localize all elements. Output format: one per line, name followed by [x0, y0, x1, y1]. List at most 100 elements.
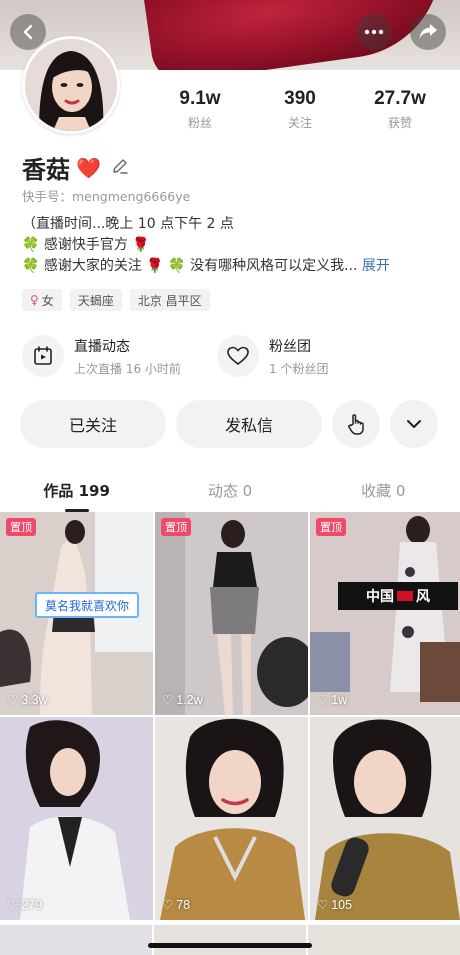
- bio-expand-link[interactable]: 展开: [362, 258, 390, 274]
- stat-label: 粉丝: [187, 116, 212, 130]
- heart-outline-icon: ♡: [317, 898, 329, 912]
- post-thumbnail[interactable]: ♡ 78: [155, 717, 308, 920]
- likes-count: 78: [176, 897, 191, 912]
- pinned-badge: 置顶: [316, 518, 346, 536]
- post-likes: ♡ 3.3w: [7, 692, 48, 708]
- heart-icon: [217, 335, 259, 377]
- likes-count: 3.3w: [21, 692, 48, 707]
- expand-button[interactable]: [390, 400, 438, 448]
- heart-badge: ❤️: [76, 155, 101, 180]
- stat-value: 27.7w: [374, 88, 426, 109]
- post-likes: ♡ 1.2w: [162, 692, 203, 708]
- bio-line: 🍀 感谢大家的关注 🌹 🍀 没有哪种风格可以定义我...: [22, 258, 358, 274]
- bio-line-last: 🍀 感谢大家的关注 🌹 🍀 没有哪种风格可以定义我... 展开: [22, 256, 442, 277]
- post-thumbnail[interactable]: ♡ 279: [0, 717, 153, 920]
- home-indicator[interactable]: [148, 943, 312, 948]
- live-title: 直播动态: [74, 338, 130, 355]
- heart-outline-icon: ♡: [162, 693, 174, 707]
- likes-count: 1.2w: [176, 692, 203, 707]
- back-icon: [23, 24, 33, 40]
- live-subtitle: 上次直播 16 小时前: [74, 361, 181, 376]
- calendar-icon: [22, 335, 64, 377]
- post-image: [310, 717, 460, 920]
- more-button[interactable]: [356, 14, 392, 50]
- pinned-badge: 置顶: [161, 518, 191, 536]
- stat-likes[interactable]: 27.7w 获赞: [360, 88, 440, 131]
- bio: （直播时间...晚上 10 点下午 2 点 🍀 感谢快手官方 🌹 🍀 感谢大家的…: [22, 214, 442, 277]
- chevron-down-icon: [407, 420, 421, 428]
- post-image: [0, 717, 153, 920]
- tag-location: 北京 昌平区: [129, 289, 210, 311]
- avatar[interactable]: [22, 36, 120, 134]
- likes-count: 279: [21, 897, 43, 912]
- heart-outline-icon: ♡: [7, 898, 19, 912]
- post-thumbnail-peek: [308, 925, 460, 955]
- post-caption: 莫名我就喜欢你: [35, 592, 140, 618]
- tab-moments[interactable]: 动态 0: [153, 472, 306, 510]
- hand-pointer-icon: [348, 414, 364, 435]
- post-likes: ♡ 78: [162, 897, 191, 913]
- message-button[interactable]: 发私信: [176, 400, 322, 448]
- tag-text: 女: [41, 293, 54, 308]
- profile-tags: ♀ 女 天蝎座 北京 昌平区: [22, 289, 210, 311]
- tag-constellation: 天蝎座: [69, 289, 122, 311]
- live-updates-entry[interactable]: 直播动态 上次直播 16 小时前: [22, 333, 217, 379]
- posts-grid: 置顶 莫名我就喜欢你 ♡ 3.3w 置顶 ♡ 1.2w 置顶 中国 风 ♡ 1w…: [0, 512, 460, 920]
- name-row: 香菇 ❤️: [22, 150, 129, 185]
- fan-club-entry[interactable]: 粉丝团 1 个粉丝团: [217, 333, 412, 379]
- tab-works[interactable]: 作品 199: [0, 472, 153, 510]
- likes-count: 1w: [331, 692, 348, 707]
- next-row-peek: [0, 925, 460, 955]
- profile-name: 香菇: [22, 156, 70, 184]
- back-button[interactable]: [10, 14, 46, 50]
- bio-line: （直播时间...晚上 10 点下午 2 点: [22, 216, 234, 232]
- post-likes: ♡ 279: [7, 897, 43, 913]
- user-id: 快手号：mengmeng6666ye: [22, 189, 191, 204]
- content-tabs: 作品 199 动态 0 收藏 0: [0, 472, 460, 510]
- post-caption-banner: 中国 风: [338, 582, 458, 610]
- post-thumbnail-peek: [154, 925, 306, 955]
- post-thumbnail[interactable]: 置顶 中国 风 ♡ 1w: [310, 512, 460, 715]
- more-icon: [364, 29, 384, 35]
- live-title: 粉丝团: [269, 338, 311, 355]
- tag-gender: ♀ 女: [22, 289, 62, 311]
- live-subtitle: 1 个粉丝团: [269, 361, 329, 376]
- post-likes: ♡ 1w: [317, 692, 348, 708]
- post-likes: ♡ 105: [317, 897, 353, 913]
- followed-button[interactable]: 已关注: [20, 400, 166, 448]
- tag-text: 天蝎座: [77, 293, 114, 308]
- female-icon: ♀: [30, 293, 39, 307]
- post-thumbnail[interactable]: 置顶 ♡ 1.2w: [155, 512, 308, 715]
- stat-following[interactable]: 390 关注: [260, 88, 340, 131]
- share-icon: [419, 24, 437, 39]
- post-caption-suffix: 风: [416, 589, 430, 605]
- live-text: 直播动态 上次直播 16 小时前: [74, 336, 181, 377]
- bio-line: 🍀 感谢快手官方 🌹: [22, 237, 150, 253]
- tag-text: 北京 昌平区: [137, 293, 202, 308]
- banner-photo-shoe: [142, 0, 454, 70]
- post-thumbnail[interactable]: ♡ 105: [310, 717, 460, 920]
- pinned-badge: 置顶: [6, 518, 36, 536]
- stat-label: 关注: [287, 116, 312, 130]
- fan-club-text: 粉丝团 1 个粉丝团: [269, 336, 328, 377]
- flag-icon: [397, 591, 413, 601]
- stat-fans[interactable]: 9.1w 粉丝: [160, 88, 240, 131]
- post-thumbnail[interactable]: 置顶 莫名我就喜欢你 ♡ 3.3w: [0, 512, 153, 715]
- live-row: 直播动态 上次直播 16 小时前 粉丝团 1 个粉丝团: [22, 333, 442, 379]
- heart-outline-icon: ♡: [317, 693, 329, 707]
- heart-outline-icon: ♡: [7, 693, 19, 707]
- post-image: [155, 717, 308, 920]
- gesture-button[interactable]: [332, 400, 380, 448]
- profile-stats: 9.1w 粉丝 390 关注 27.7w 获赞: [160, 88, 440, 131]
- heart-outline-icon: ♡: [162, 898, 174, 912]
- post-image: [310, 512, 460, 715]
- share-button[interactable]: [410, 14, 446, 50]
- stat-value: 390: [284, 88, 316, 109]
- post-caption: 中国: [366, 589, 394, 605]
- likes-count: 105: [331, 897, 353, 912]
- stat-value: 9.1w: [179, 88, 221, 109]
- avatar-portrait: [25, 39, 117, 131]
- edit-icon[interactable]: [111, 157, 129, 179]
- post-thumbnail-peek: [0, 925, 152, 955]
- tab-favorites[interactable]: 收藏 0: [307, 472, 460, 510]
